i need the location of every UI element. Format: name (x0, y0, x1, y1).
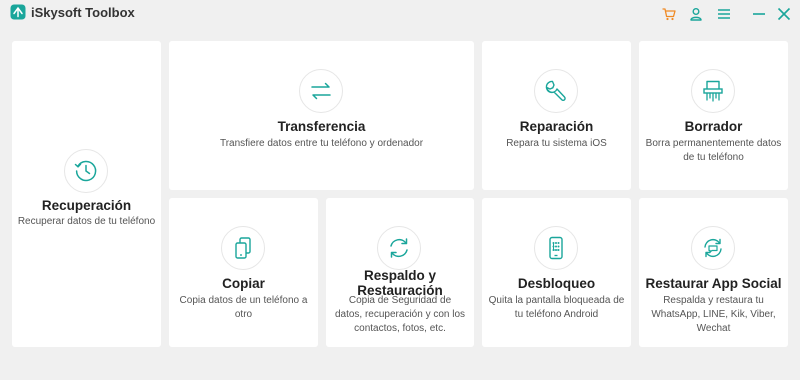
card-description: Copia de Seguridad de datos, recuperació… (334, 295, 466, 334)
card-description: Copia datos de un teléfono a otro (179, 295, 308, 320)
card-borrador[interactable]: Borrador Borra permanentemente datos de … (639, 41, 788, 190)
card-title: Desbloqueo (517, 276, 596, 291)
menu-icon[interactable] (716, 6, 732, 22)
app-logo-icon (10, 4, 26, 20)
clock-recovery-icon (74, 160, 97, 182)
card-restaurar-app-social[interactable]: Restaurar App Social Respalda y restaura… (639, 198, 788, 347)
card-description: Respalda y restaura tu WhatsApp, LINE, K… (651, 295, 776, 334)
cart-icon[interactable] (661, 6, 677, 22)
card-recuperacion[interactable]: Recuperación Recuperar datos de tu teléf… (12, 41, 161, 347)
card-transferencia[interactable]: Transferencia Transfiere datos entre tu … (169, 41, 474, 190)
social-restore-icon (704, 238, 722, 258)
app-title: iSkysoft Toolbox (31, 5, 135, 20)
wrench-icon (545, 80, 566, 101)
title-bar: iSkysoft Toolbox (0, 0, 800, 28)
card-title: Restaurar App Social (645, 276, 782, 291)
backup-restore-icon (390, 238, 408, 258)
card-title: Borrador (684, 119, 743, 134)
card-desbloqueo[interactable]: Desbloqueo Quita la pantalla bloqueada d… (482, 198, 631, 347)
card-reparacion[interactable]: Reparación Repara tu sistema iOS (482, 41, 631, 190)
transfer-arrows-icon (311, 82, 331, 100)
card-description: Borra permanentemente datos de tu teléfo… (645, 138, 782, 163)
phone-copy-icon (235, 237, 251, 259)
shredder-icon (703, 80, 723, 102)
card-title: Reparación (519, 119, 594, 134)
user-icon[interactable] (688, 6, 704, 22)
card-copiar[interactable]: Copiar Copia datos de un teléfono a otro (169, 198, 318, 347)
card-description: Transfiere datos entre tu teléfono y ord… (219, 138, 424, 149)
card-title: Recuperación (41, 198, 132, 213)
card-description: Quita la pantalla bloqueada de tu teléfo… (488, 295, 625, 320)
minimize-icon[interactable] (751, 6, 767, 22)
card-title: Copiar (222, 276, 265, 291)
card-description: Repara tu sistema iOS (506, 138, 607, 149)
phone-unlock-icon (549, 236, 563, 260)
card-respaldo-restauracion[interactable]: Respaldo y Restauración Copia de Segurid… (326, 198, 474, 347)
card-description: Recuperar datos de tu teléfono (17, 216, 156, 227)
card-title: Transferencia (277, 119, 366, 134)
close-icon[interactable] (776, 6, 792, 22)
